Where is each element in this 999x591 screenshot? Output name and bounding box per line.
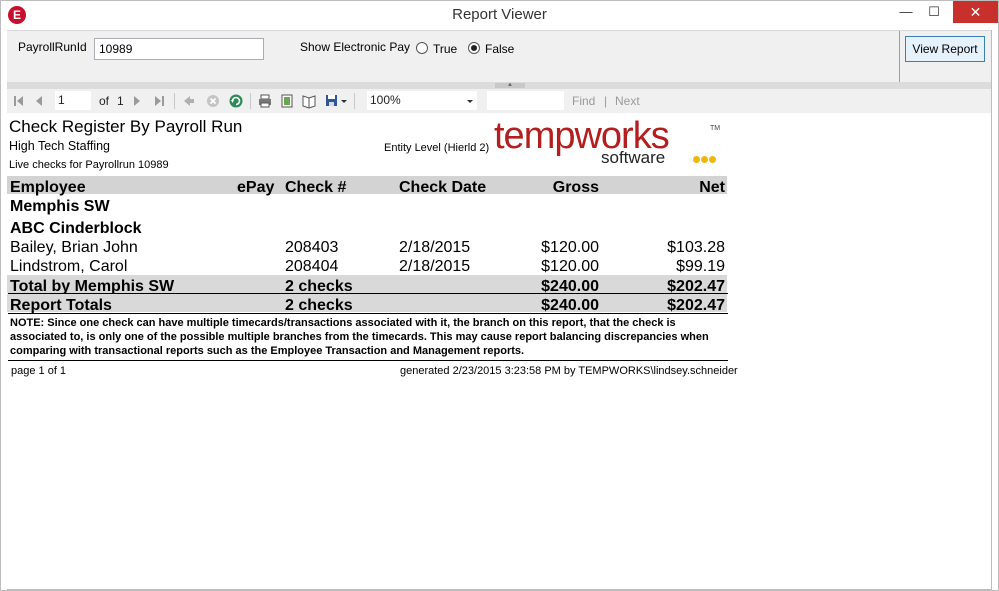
logo-dot xyxy=(701,156,708,163)
report-toolbar: 1 of 1 100% Find | Next xyxy=(7,89,992,113)
branch-group: Memphis SW xyxy=(7,195,727,215)
logo-dot xyxy=(709,156,716,163)
export-dropdown-icon[interactable] xyxy=(340,93,348,109)
payroll-run-id-label: PayrollRunId xyxy=(18,40,87,54)
table-row: Lindstrom, Carol 208404 2/18/2015 $120.0… xyxy=(7,255,727,275)
maximize-button[interactable]: ☐ xyxy=(919,1,949,23)
toolbar-separator xyxy=(354,93,355,109)
chevron-down-icon[interactable] xyxy=(465,93,475,109)
report-viewer-window: E Report Viewer — ☐ ✕ PayrollRunId 10989… xyxy=(0,0,999,591)
live-checks-caption: Live checks for Payrollrun 10989 xyxy=(9,159,169,171)
customer-group: ABC Cinderblock xyxy=(7,217,727,237)
report-page: Check Register By Payroll Run High Tech … xyxy=(7,113,992,590)
tempworks-logo: tempworks TM software xyxy=(494,115,724,167)
report-title: Check Register By Payroll Run xyxy=(9,117,243,136)
logo-subtext: software xyxy=(601,148,666,167)
find-button[interactable]: Find xyxy=(572,93,595,109)
viewer-right-border xyxy=(991,30,992,590)
collapse-grip-icon[interactable]: ▲ xyxy=(495,82,525,88)
generated-footer: generated 2/23/2015 3:23:58 PM by TEMPWO… xyxy=(400,365,738,377)
parameters-panel: PayrollRunId 10989 Show Electronic Pay T… xyxy=(7,30,992,83)
next-button[interactable]: Next xyxy=(615,93,640,109)
report-note: NOTE: Since one check can have multiple … xyxy=(10,317,709,357)
employee-name: Lindstrom, Carol xyxy=(10,258,128,275)
minimize-button[interactable]: — xyxy=(891,1,921,23)
window-title: Report Viewer xyxy=(452,6,547,23)
logo-dot xyxy=(693,156,700,163)
true-radio-label: True xyxy=(433,42,458,56)
check-number: 208404 xyxy=(285,258,339,275)
footer-divider xyxy=(8,360,728,361)
back-icon[interactable] xyxy=(181,93,197,109)
gross-amount: $120.00 xyxy=(541,258,599,275)
table-header: Employee ePay Check # Check Date Gross N… xyxy=(7,176,727,196)
page-number-input[interactable]: 1 xyxy=(55,91,91,110)
find-input[interactable] xyxy=(487,91,564,110)
last-page-icon[interactable] xyxy=(151,93,167,109)
report-total-row: Report Totals 2 checks $240.00 $202.47 xyxy=(7,294,727,314)
page-setup-icon[interactable] xyxy=(301,93,317,109)
next-page-icon[interactable] xyxy=(129,93,145,109)
toolbar-separator xyxy=(174,93,175,109)
previous-page-icon[interactable] xyxy=(31,93,47,109)
entity-level: Entity Level (Hierld 2) xyxy=(384,142,490,154)
params-divider xyxy=(899,31,900,83)
total-pages: 1 xyxy=(117,94,124,108)
branch-name: Memphis SW xyxy=(10,198,110,215)
zoom-select[interactable]: 100% xyxy=(367,91,477,110)
payroll-run-id-input[interactable]: 10989 xyxy=(94,38,264,60)
first-page-icon[interactable] xyxy=(11,93,27,109)
collapse-bar: ▲ xyxy=(7,82,992,89)
view-report-button[interactable]: View Report xyxy=(905,36,985,62)
toolbar-separator xyxy=(250,93,251,109)
close-button[interactable]: ✕ xyxy=(953,1,998,23)
check-date: 2/18/2015 xyxy=(399,258,471,275)
page-footer: page 1 of 1 xyxy=(11,365,67,377)
false-radio-label: False xyxy=(485,42,515,56)
stop-icon[interactable] xyxy=(205,93,221,109)
logo-trademark: TM xyxy=(710,125,721,132)
table-row: Bailey, Brian John 208403 2/18/2015 $120… xyxy=(7,236,727,256)
print-icon[interactable] xyxy=(257,93,273,109)
net-amount: $99.19 xyxy=(676,258,725,275)
note-divider xyxy=(8,313,728,314)
true-radio[interactable] xyxy=(416,42,428,54)
false-radio[interactable] xyxy=(468,42,480,54)
print-layout-icon[interactable] xyxy=(279,93,295,109)
company-name: High Tech Staffing xyxy=(9,139,110,153)
of-label: of xyxy=(99,94,110,108)
electronic-pay-label: Show Electronic Pay xyxy=(300,40,411,54)
branch-total-row: Total by Memphis SW 2 checks $240.00 $20… xyxy=(7,275,727,295)
title-bar: E Report Viewer — ☐ ✕ xyxy=(1,1,998,30)
export-icon[interactable] xyxy=(324,93,340,109)
find-next-divider: | xyxy=(604,94,608,108)
refresh-icon[interactable] xyxy=(228,93,244,109)
